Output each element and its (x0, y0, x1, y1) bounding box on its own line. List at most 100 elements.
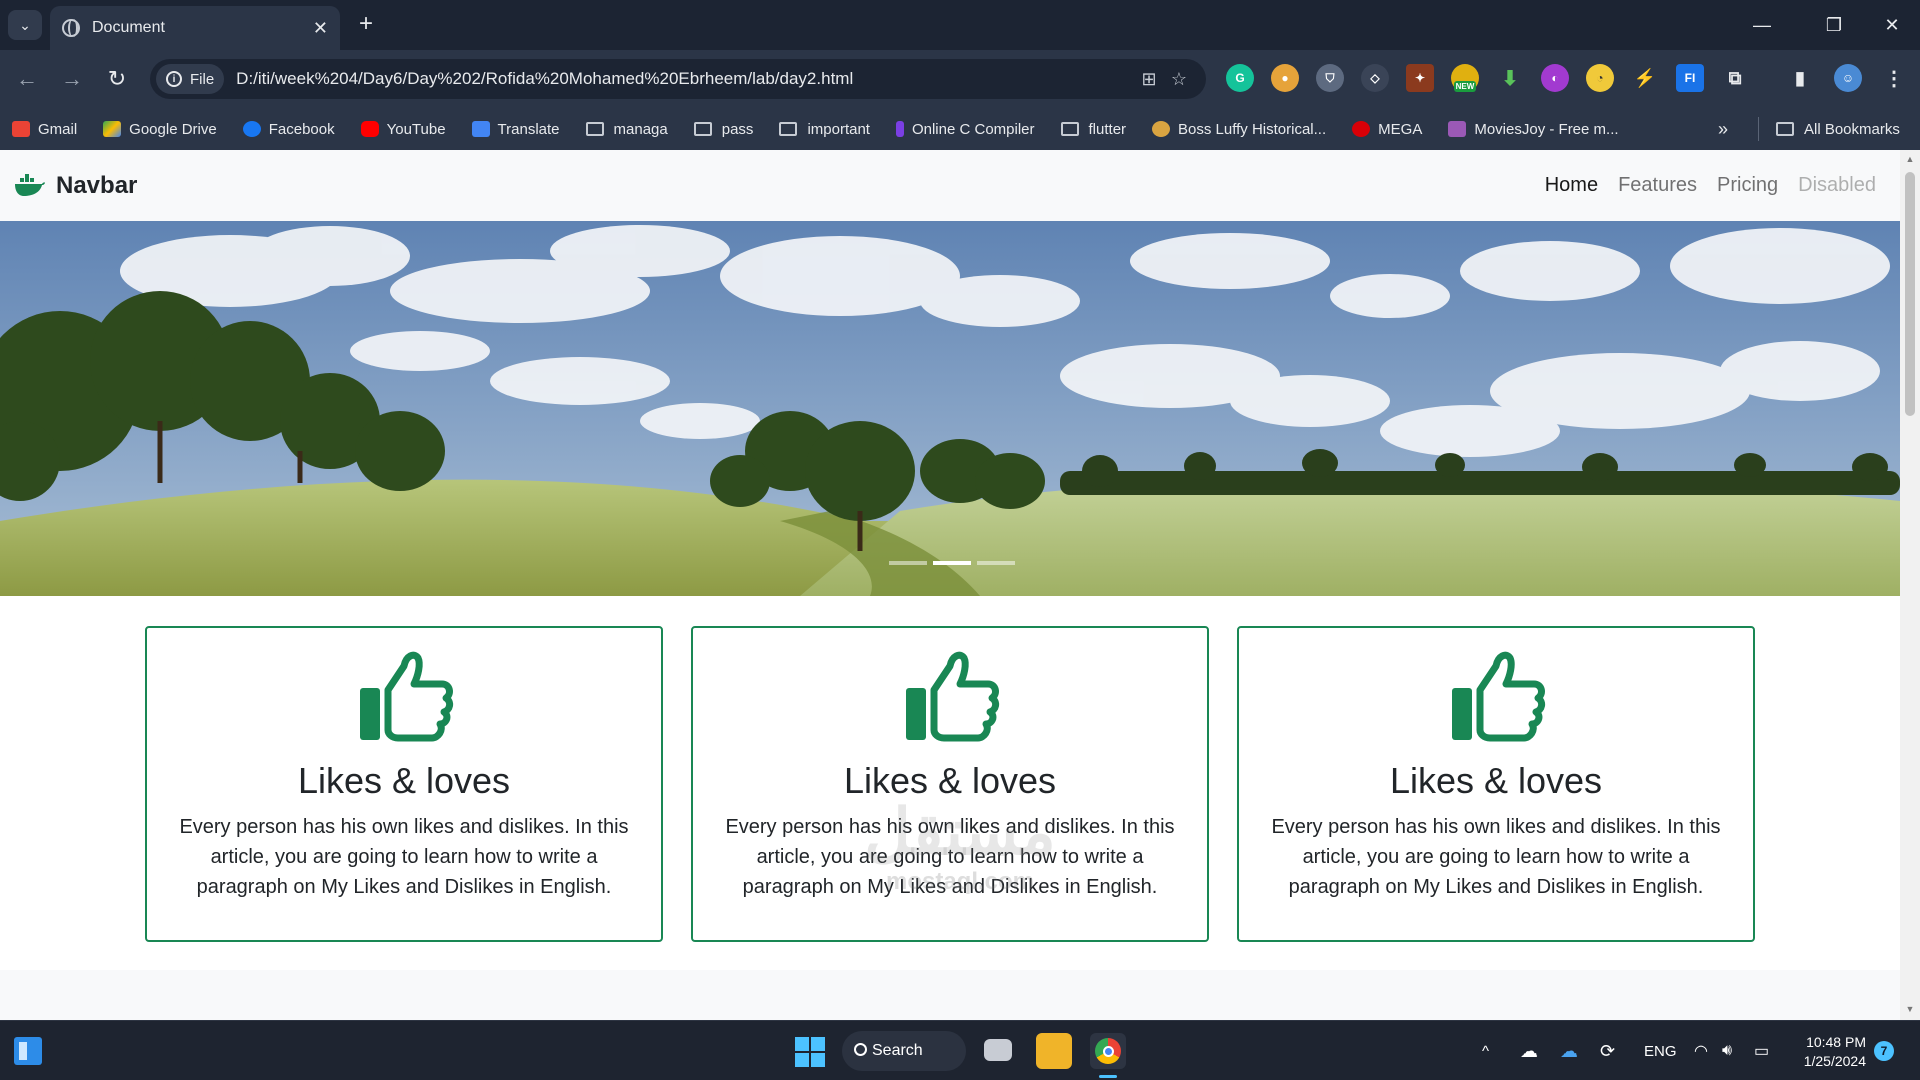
windows-taskbar: Search ^ ☁ ☁ ⟳ ENG ◠ 🔊︎ ▭ 10:48 PM 1/25/… (0, 1020, 1920, 1080)
scrollbar-thumb[interactable] (1905, 172, 1915, 416)
scroll-down-icon[interactable]: ▼ (1905, 1004, 1915, 1014)
nav-link-pricing[interactable]: Pricing (1717, 174, 1778, 197)
page-scrollbar[interactable]: ▲ ▼ (1900, 150, 1920, 1020)
taskbar-search[interactable]: Search (842, 1031, 966, 1071)
bookmark-google-drive[interactable]: Google Drive (103, 121, 217, 138)
nav-links: Home Features Pricing Disabled (1525, 150, 1876, 221)
card-title: Likes & loves (1389, 760, 1603, 801)
carousel-indicator-3[interactable] (977, 561, 1015, 565)
sync-icon[interactable]: ⟳ (1600, 1021, 1615, 1080)
chrome-icon (1095, 1038, 1121, 1064)
feature-card: Likes & loves Every person has his own l… (145, 626, 663, 942)
browser-tab[interactable]: Document ✕ (50, 6, 340, 50)
folder-icon (585, 122, 604, 136)
clock-date: 1/25/2024 (1803, 1053, 1866, 1069)
bookmark-folder-flutter[interactable]: flutter (1060, 121, 1126, 138)
active-app-indicator (1099, 1075, 1117, 1078)
volume-icon[interactable]: 🔊︎ (1722, 1021, 1732, 1080)
youtube-icon (360, 121, 379, 137)
folder-icon (1060, 122, 1079, 136)
image-carousel[interactable] (0, 221, 1900, 596)
paw-extension-icon[interactable]: ✦ (1406, 64, 1434, 92)
more-bookmarks-chevron-icon[interactable]: » (1718, 119, 1728, 140)
landscape-image (0, 221, 1900, 596)
file-explorer-icon[interactable] (1036, 1033, 1072, 1069)
notification-badge[interactable]: 7 (1874, 1041, 1894, 1061)
google-drive-icon (103, 121, 122, 137)
battery-icon[interactable]: ▭ (1754, 1021, 1769, 1080)
chrome-taskbar-icon[interactable] (1090, 1033, 1126, 1069)
bookmark-youtube[interactable]: YouTube (360, 121, 446, 138)
all-bookmarks-button[interactable]: All Bookmarks (1776, 121, 1900, 138)
clock-time: 10:48 PM (1806, 1034, 1866, 1050)
widgets-icon[interactable] (14, 1037, 42, 1065)
download-extension-icon[interactable]: ⬇ (1496, 64, 1524, 92)
compiler-icon (895, 121, 904, 137)
bookmark-boss-luffy[interactable]: Boss Luffy Historical... (1152, 121, 1326, 138)
carousel-indicator-1[interactable] (889, 561, 927, 565)
bookmark-facebook[interactable]: Facebook (242, 121, 335, 138)
watermark-arabic: مستقل (864, 796, 1056, 868)
reload-button[interactable]: ↻ (102, 64, 132, 94)
bookmark-mega[interactable]: MEGA (1352, 121, 1422, 138)
translate-icon[interactable]: ⊞ (1134, 69, 1164, 90)
feature-card: Likes & loves Every person has his own l… (1237, 626, 1755, 942)
bookmark-gmail[interactable]: Gmail (12, 121, 77, 138)
bookmark-folder-managa[interactable]: managa (585, 121, 668, 138)
taskbar-search-label: Search (872, 1042, 923, 1059)
bookmark-star-icon[interactable]: ☆ (1164, 69, 1194, 90)
forward-button[interactable]: → (57, 64, 87, 94)
card-title: Likes & loves (297, 760, 511, 801)
bolt-extension-icon[interactable]: ⚡ (1631, 64, 1659, 92)
card-text: Every person has his own likes and disli… (179, 816, 629, 898)
bookmark-online-c-compiler[interactable]: Online C Compiler (895, 121, 1035, 138)
language-indicator[interactable]: ENG (1644, 1021, 1677, 1080)
fi-extension-icon[interactable]: FI (1676, 64, 1704, 92)
browser-menu-icon[interactable]: ⋮ (1880, 64, 1908, 92)
globe-icon (62, 19, 80, 37)
extension-icon[interactable]: ● (1271, 64, 1299, 92)
nav-link-home[interactable]: Home (1545, 174, 1598, 197)
minimize-button[interactable]: — (1732, 8, 1792, 42)
restore-button[interactable]: ❐ (1804, 8, 1864, 42)
bookmark-folder-pass[interactable]: pass (693, 121, 753, 138)
new-extension-icon[interactable]: NEW (1451, 64, 1479, 92)
tab-search-button[interactable]: ⌄ (8, 10, 42, 40)
start-button[interactable] (795, 1037, 825, 1067)
close-window-button[interactable]: ✕ (1862, 8, 1920, 42)
navbar-brand[interactable]: Navbar (14, 172, 137, 200)
back-button[interactable]: ← (12, 64, 42, 94)
side-panel-icon[interactable]: ▮ (1786, 64, 1814, 92)
carousel-indicator-2[interactable] (933, 561, 971, 565)
search-icon (854, 1043, 867, 1056)
info-icon: i (166, 71, 182, 87)
task-view-icon[interactable] (984, 1039, 1012, 1061)
thumbs-up-icon (1452, 651, 1546, 742)
new-tab-button[interactable]: + (352, 10, 380, 38)
shield-extension-icon[interactable]: ⛉ (1316, 64, 1344, 92)
extensions-puzzle-icon[interactable]: ⧉ (1721, 64, 1749, 92)
cube-extension-icon[interactable]: ◇ (1361, 64, 1389, 92)
scroll-up-icon[interactable]: ▲ (1905, 154, 1915, 164)
carousel-indicators (886, 561, 1018, 565)
brand-name: Navbar (56, 171, 138, 199)
onedrive-icon[interactable]: ☁ (1560, 1021, 1578, 1080)
url-text[interactable]: D:/iti/week%204/Day6/Day%202/Rofida%20Mo… (236, 69, 1134, 89)
nav-link-features[interactable]: Features (1618, 174, 1697, 197)
folder-icon (1776, 122, 1794, 136)
bookmark-moviesjoy[interactable]: MoviesJoy - Free m... (1448, 121, 1619, 138)
cloud-icon[interactable]: ☁ (1520, 1021, 1538, 1080)
omnibox[interactable]: i File D:/iti/week%204/Day6/Day%202/Rofi… (150, 59, 1206, 99)
purple-extension-icon[interactable]: ◐ (1541, 64, 1569, 92)
clock-extension-icon[interactable]: ◔ (1586, 64, 1614, 92)
site-info-chip[interactable]: i File (156, 64, 225, 94)
tab-title: Document (92, 19, 165, 36)
grammarly-extension-icon[interactable]: G (1226, 64, 1254, 92)
bookmark-translate[interactable]: Translate (471, 121, 560, 138)
close-tab-icon[interactable]: ✕ (313, 18, 328, 39)
taskbar-clock[interactable]: 10:48 PM 1/25/2024 (1776, 1033, 1866, 1071)
wifi-icon[interactable]: ◠ (1694, 1021, 1708, 1080)
profile-avatar[interactable]: ☺ (1834, 64, 1862, 92)
show-hidden-icons-chevron-icon[interactable]: ^ (1482, 1021, 1489, 1080)
bookmark-folder-important[interactable]: important (779, 121, 870, 138)
